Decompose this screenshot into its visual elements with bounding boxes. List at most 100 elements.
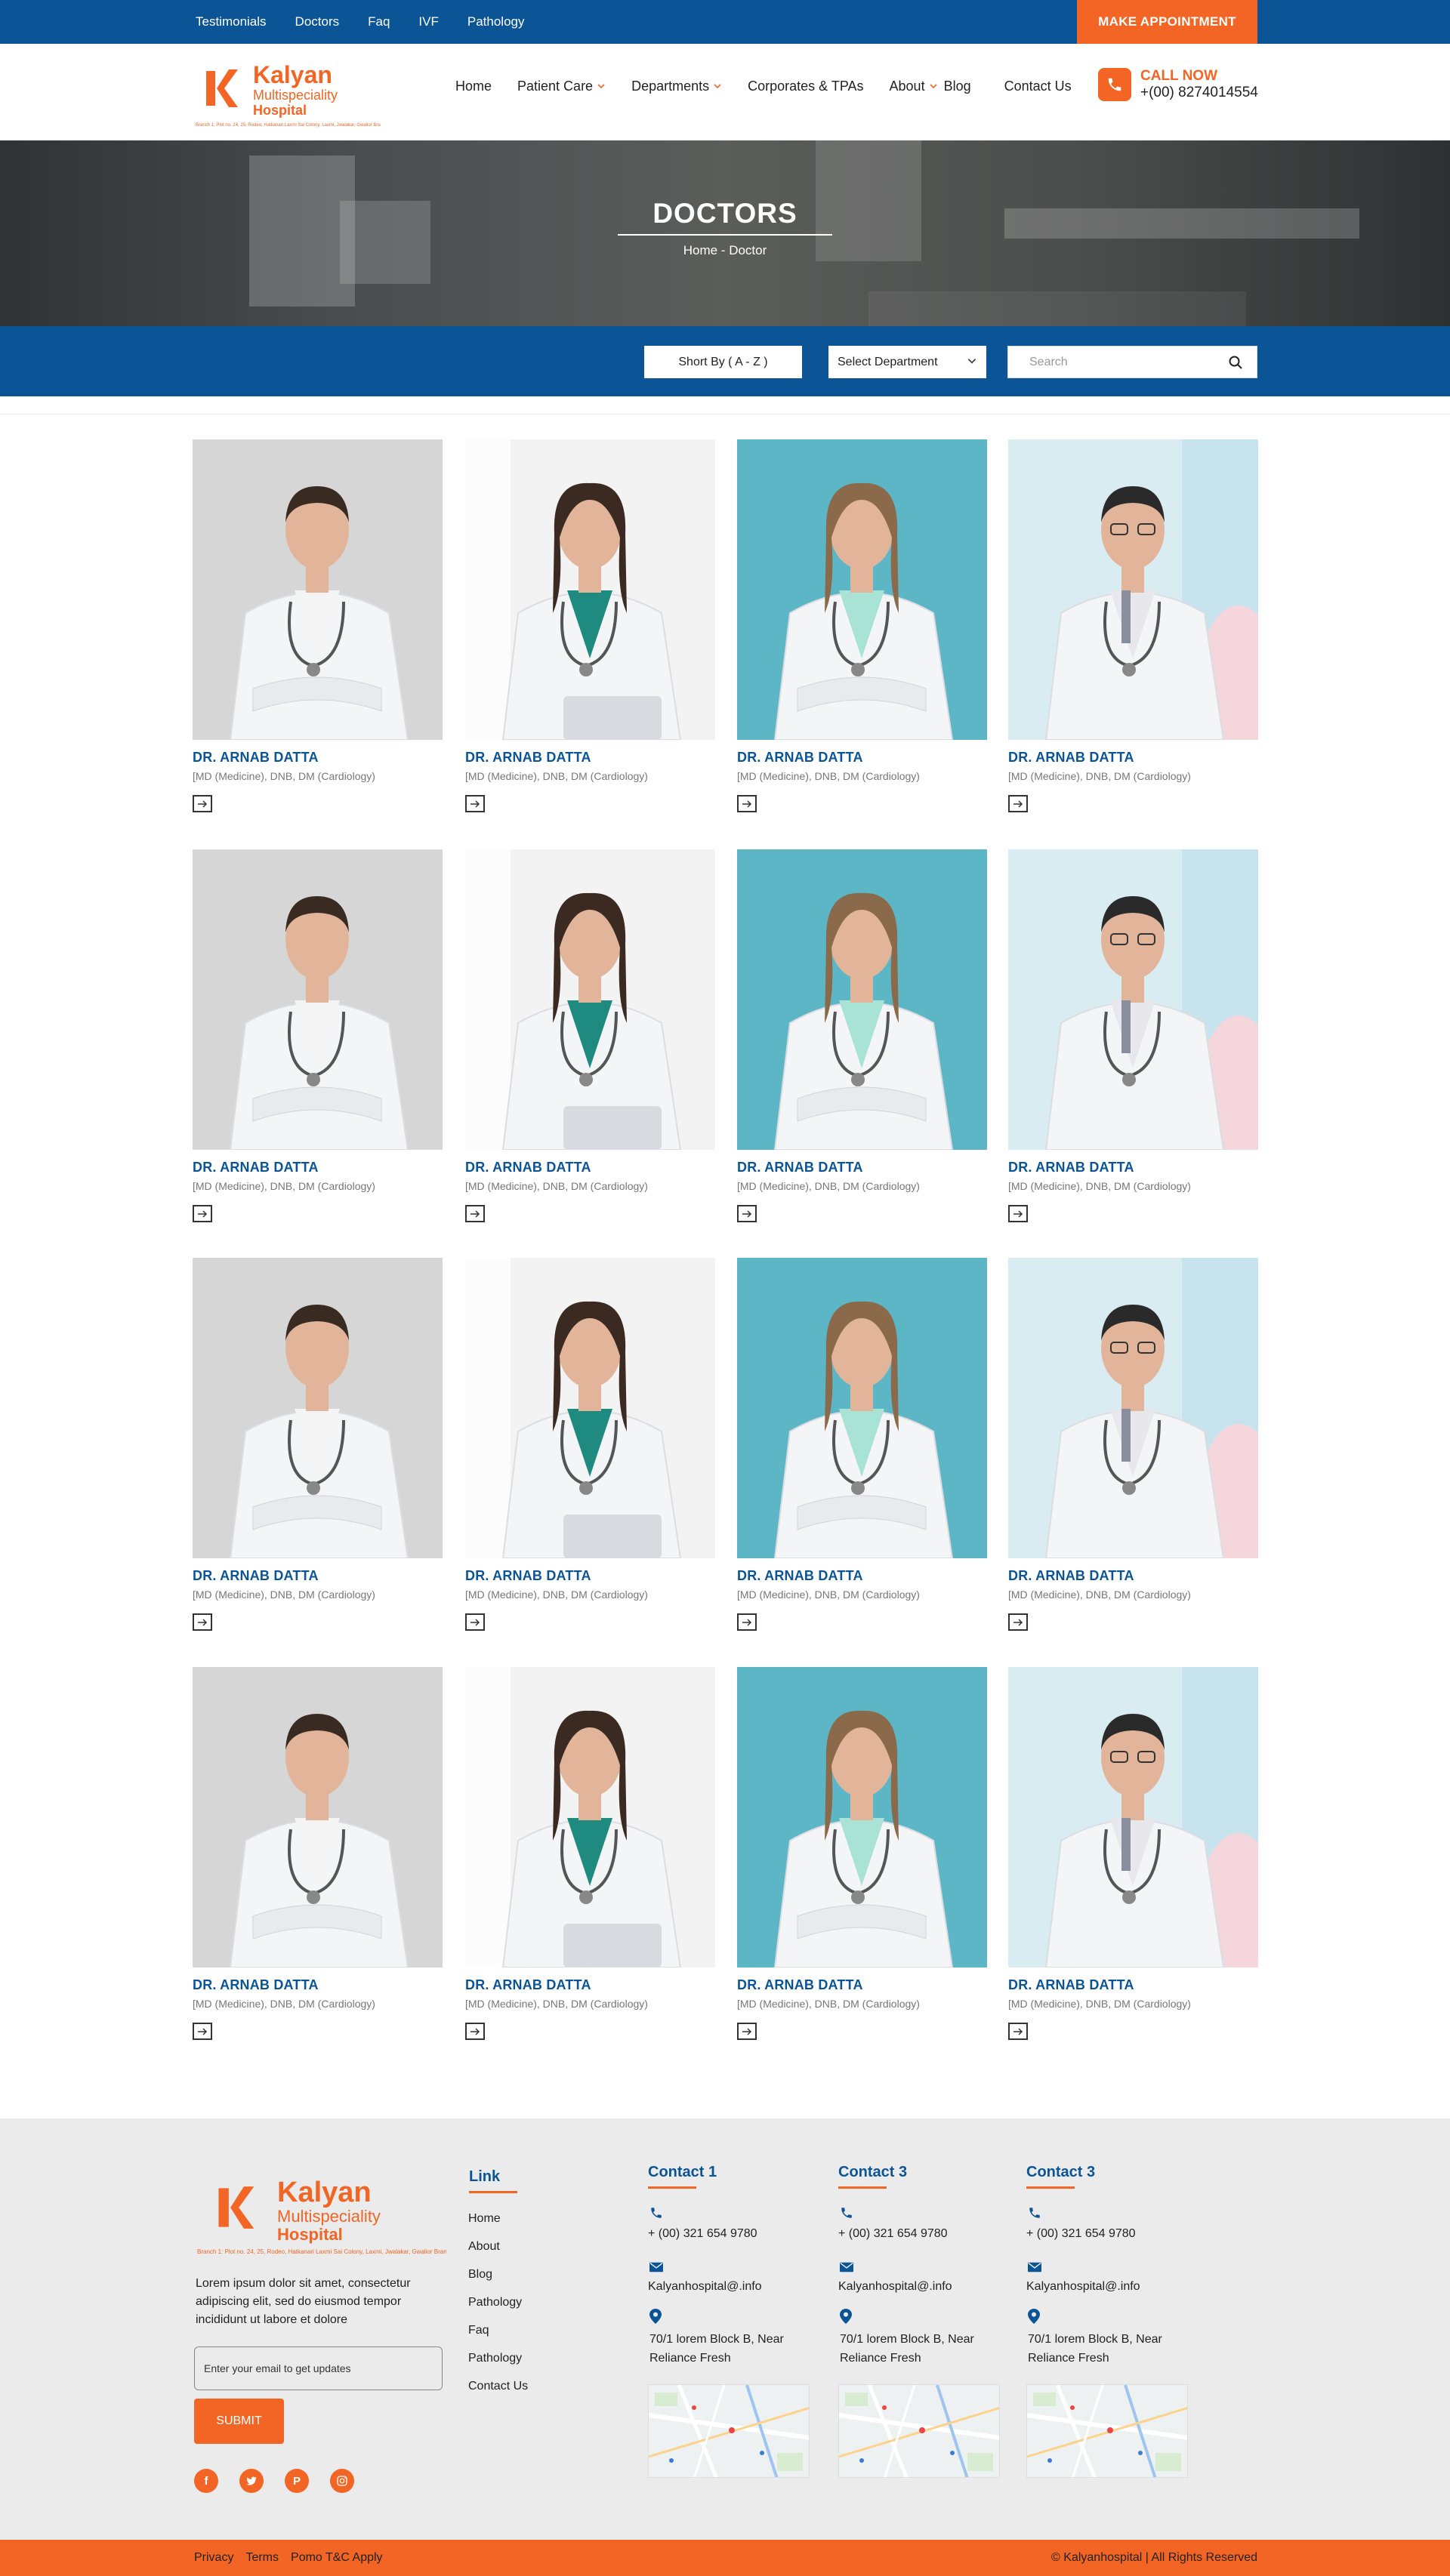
- doctor-photo[interactable]: [465, 439, 715, 740]
- arrow-right-icon[interactable]: [1008, 2023, 1028, 2040]
- facebook-icon[interactable]: f: [194, 2469, 218, 2493]
- doctor-photo[interactable]: [465, 1258, 715, 1558]
- doctor-name[interactable]: DR. ARNAB DATTA: [1008, 750, 1134, 766]
- doctor-photo[interactable]: [193, 439, 443, 740]
- arrow-right-icon[interactable]: [465, 1613, 485, 1631]
- doctor-photo[interactable]: [193, 1258, 443, 1558]
- nav-item-contact[interactable]: Contact Us: [1004, 79, 1072, 94]
- footer-link-contact[interactable]: Contact Us: [468, 2380, 528, 2408]
- doctor-photo[interactable]: [1008, 439, 1258, 740]
- contact-phone[interactable]: + (00) 321 654 9780: [1026, 2224, 1136, 2243]
- nav-item-about[interactable]: About: [890, 79, 938, 94]
- twitter-icon[interactable]: [239, 2469, 264, 2493]
- arrow-right-icon[interactable]: [737, 1205, 757, 1222]
- nav-item-patient-care[interactable]: Patient Care: [517, 79, 606, 94]
- footer-link-pathology[interactable]: Pathology: [468, 2296, 528, 2324]
- nav-item-departments[interactable]: Departments: [631, 79, 722, 94]
- breadcrumb[interactable]: Home - Doctor: [0, 243, 1450, 258]
- doctor-name[interactable]: DR. ARNAB DATTA: [1008, 1977, 1134, 1993]
- contact-phone[interactable]: + (00) 321 654 9780: [838, 2224, 948, 2243]
- top-link-doctors[interactable]: Doctors: [295, 14, 340, 29]
- title-underline: [1026, 2186, 1075, 2189]
- doctor-name[interactable]: DR. ARNAB DATTA: [465, 1977, 591, 1993]
- footer-link-about[interactable]: About: [468, 2240, 528, 2268]
- doctor-photo[interactable]: [737, 1258, 987, 1558]
- arrow-right-icon[interactable]: [1008, 1613, 1028, 1631]
- contact-email[interactable]: Kalyanhospital@.info: [1026, 2277, 1140, 2296]
- doctor-name[interactable]: DR. ARNAB DATTA: [193, 750, 319, 766]
- doctor-name[interactable]: DR. ARNAB DATTA: [465, 750, 591, 766]
- newsletter-submit-button[interactable]: SUBMIT: [194, 2399, 284, 2444]
- arrow-right-icon[interactable]: [193, 795, 212, 812]
- doctor-photo[interactable]: [737, 1667, 987, 1967]
- top-link-faq[interactable]: Faq: [368, 14, 390, 29]
- arrow-right-icon[interactable]: [193, 1205, 212, 1222]
- doctor-name[interactable]: DR. ARNAB DATTA: [737, 1568, 863, 1584]
- contact-email[interactable]: Kalyanhospital@.info: [648, 2277, 762, 2296]
- doctor-name[interactable]: DR. ARNAB DATTA: [737, 1160, 863, 1176]
- doctor-photo[interactable]: [465, 849, 715, 1150]
- doctor-photo[interactable]: [193, 1667, 443, 1967]
- doctor-photo[interactable]: [737, 439, 987, 740]
- page-hero: DOCTORS Home - Doctor: [0, 140, 1450, 326]
- newsletter-email-input[interactable]: Enter your email to get updates: [194, 2346, 443, 2390]
- arrow-right-icon[interactable]: [465, 795, 485, 812]
- nav-item-home[interactable]: Home: [455, 79, 492, 94]
- privacy-link[interactable]: Privacy: [194, 2551, 233, 2565]
- arrow-right-icon[interactable]: [1008, 795, 1028, 812]
- footer-link-home[interactable]: Home: [468, 2212, 528, 2240]
- footer-logo[interactable]: Kalyan Multispeciality Hospital Branch 1…: [196, 2170, 446, 2260]
- promo-terms-link[interactable]: Pomo T&C Apply: [291, 2551, 383, 2565]
- contact-phone[interactable]: + (00) 321 654 9780: [648, 2224, 757, 2243]
- sort-select[interactable]: Short By ( A - Z ): [644, 346, 802, 378]
- footer-link-pathology-2[interactable]: Pathology: [468, 2352, 528, 2380]
- main-header: Kalyan Multispeciality Hospital Branch 1…: [0, 44, 1450, 140]
- doctor-photo[interactable]: [737, 849, 987, 1150]
- arrow-right-icon[interactable]: [737, 1613, 757, 1631]
- arrow-right-icon[interactable]: [1008, 1205, 1028, 1222]
- nav-item-blog[interactable]: Blog: [944, 79, 971, 94]
- doctor-photo[interactable]: [465, 1667, 715, 1967]
- arrow-right-icon[interactable]: [737, 795, 757, 812]
- call-now[interactable]: CALL NOW +(00) 8274014554: [1098, 68, 1258, 101]
- arrow-right-icon[interactable]: [193, 2023, 212, 2040]
- search-input[interactable]: Search: [1007, 346, 1257, 378]
- top-link-testimonials[interactable]: Testimonials: [196, 14, 267, 29]
- doctor-name[interactable]: DR. ARNAB DATTA: [737, 750, 863, 766]
- doctor-name[interactable]: DR. ARNAB DATTA: [465, 1568, 591, 1584]
- arrow-right-icon[interactable]: [737, 2023, 757, 2040]
- nav-item-corporates[interactable]: Corporates & TPAs: [748, 79, 863, 94]
- logo-text-line2: Multispeciality: [253, 88, 338, 103]
- pinterest-icon[interactable]: P: [285, 2469, 309, 2493]
- terms-link[interactable]: Terms: [245, 2551, 279, 2565]
- doctor-photo[interactable]: [1008, 1258, 1258, 1558]
- footer-link-blog[interactable]: Blog: [468, 2268, 528, 2296]
- doctor-name[interactable]: DR. ARNAB DATTA: [1008, 1568, 1134, 1584]
- location-map[interactable]: [838, 2384, 1000, 2478]
- doctor-name[interactable]: DR. ARNAB DATTA: [737, 1977, 863, 1993]
- doctor-name[interactable]: DR. ARNAB DATTA: [193, 1568, 319, 1584]
- arrow-right-icon[interactable]: [465, 2023, 485, 2040]
- make-appointment-button[interactable]: MAKE APPOINTMENT: [1077, 0, 1257, 44]
- instagram-icon[interactable]: [330, 2469, 354, 2493]
- top-link-pathology[interactable]: Pathology: [467, 14, 525, 29]
- doctor-degree: [MD (Medicine), DNB, DM (Cardiology): [193, 770, 375, 782]
- doctor-name[interactable]: DR. ARNAB DATTA: [1008, 1160, 1134, 1176]
- email-icon: [649, 2262, 663, 2272]
- doctor-name[interactable]: DR. ARNAB DATTA: [193, 1160, 319, 1176]
- location-map[interactable]: [648, 2384, 810, 2478]
- footer-link-faq[interactable]: Faq: [468, 2324, 528, 2352]
- location-map[interactable]: [1026, 2384, 1188, 2478]
- doctor-photo[interactable]: [1008, 1667, 1258, 1967]
- doctor-photo[interactable]: [193, 849, 443, 1150]
- doctor-name[interactable]: DR. ARNAB DATTA: [193, 1977, 319, 1993]
- top-link-ivf[interactable]: IVF: [418, 14, 438, 29]
- arrow-right-icon[interactable]: [465, 1205, 485, 1222]
- doctor-name[interactable]: DR. ARNAB DATTA: [465, 1160, 591, 1176]
- search-icon[interactable]: [1228, 355, 1243, 370]
- arrow-right-icon[interactable]: [193, 1613, 212, 1631]
- contact-email[interactable]: Kalyanhospital@.info: [838, 2277, 952, 2296]
- site-logo[interactable]: Kalyan Multispeciality Hospital Branch 1…: [194, 59, 381, 128]
- department-select[interactable]: Select Department: [828, 346, 986, 378]
- doctor-photo[interactable]: [1008, 849, 1258, 1150]
